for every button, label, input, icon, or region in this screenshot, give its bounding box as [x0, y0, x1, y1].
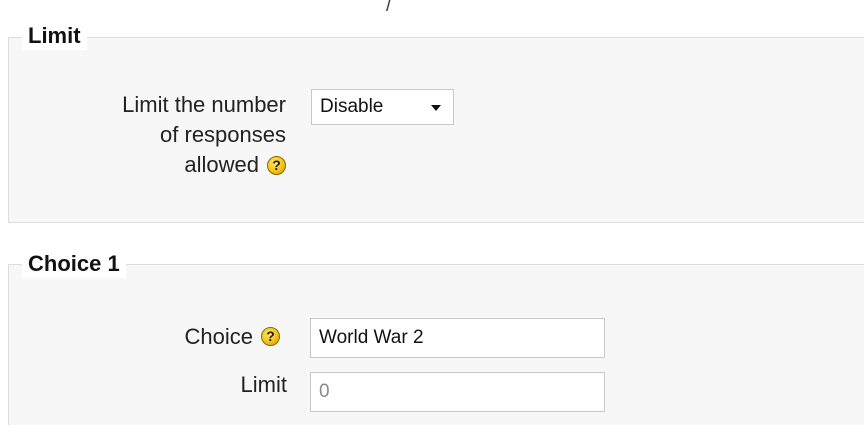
chevron-down-icon — [431, 105, 441, 111]
top-cutoff-glyph: / — [386, 0, 392, 16]
limit-responses-select[interactable]: Disable — [311, 89, 454, 125]
limit-responses-label-line-3: allowed? — [40, 150, 286, 180]
choice-input[interactable]: World War 2 — [310, 318, 605, 358]
limit-legend: Limit — [22, 22, 87, 50]
limit-input[interactable]: 0 — [310, 372, 605, 412]
limit-responses-label-line-1: Limit the number — [122, 92, 286, 117]
limit-responses-select-value: Disable — [320, 96, 384, 117]
choice1-legend: Choice 1 — [22, 250, 126, 278]
limit-responses-label-line-2: of responses — [160, 122, 286, 147]
help-icon[interactable]: ? — [261, 326, 280, 346]
page: / Limit Limit the number of responses al… — [0, 0, 864, 425]
choice-label: Choice? — [40, 322, 280, 352]
help-icon[interactable]: ? — [267, 155, 286, 175]
limit-responses-label: Limit the number of responses allowed? — [40, 90, 286, 180]
limit-label: Limit — [240, 372, 287, 397]
limit-responses-label-line-3-text: allowed — [184, 152, 259, 177]
choice-label-text: Choice — [184, 324, 253, 349]
